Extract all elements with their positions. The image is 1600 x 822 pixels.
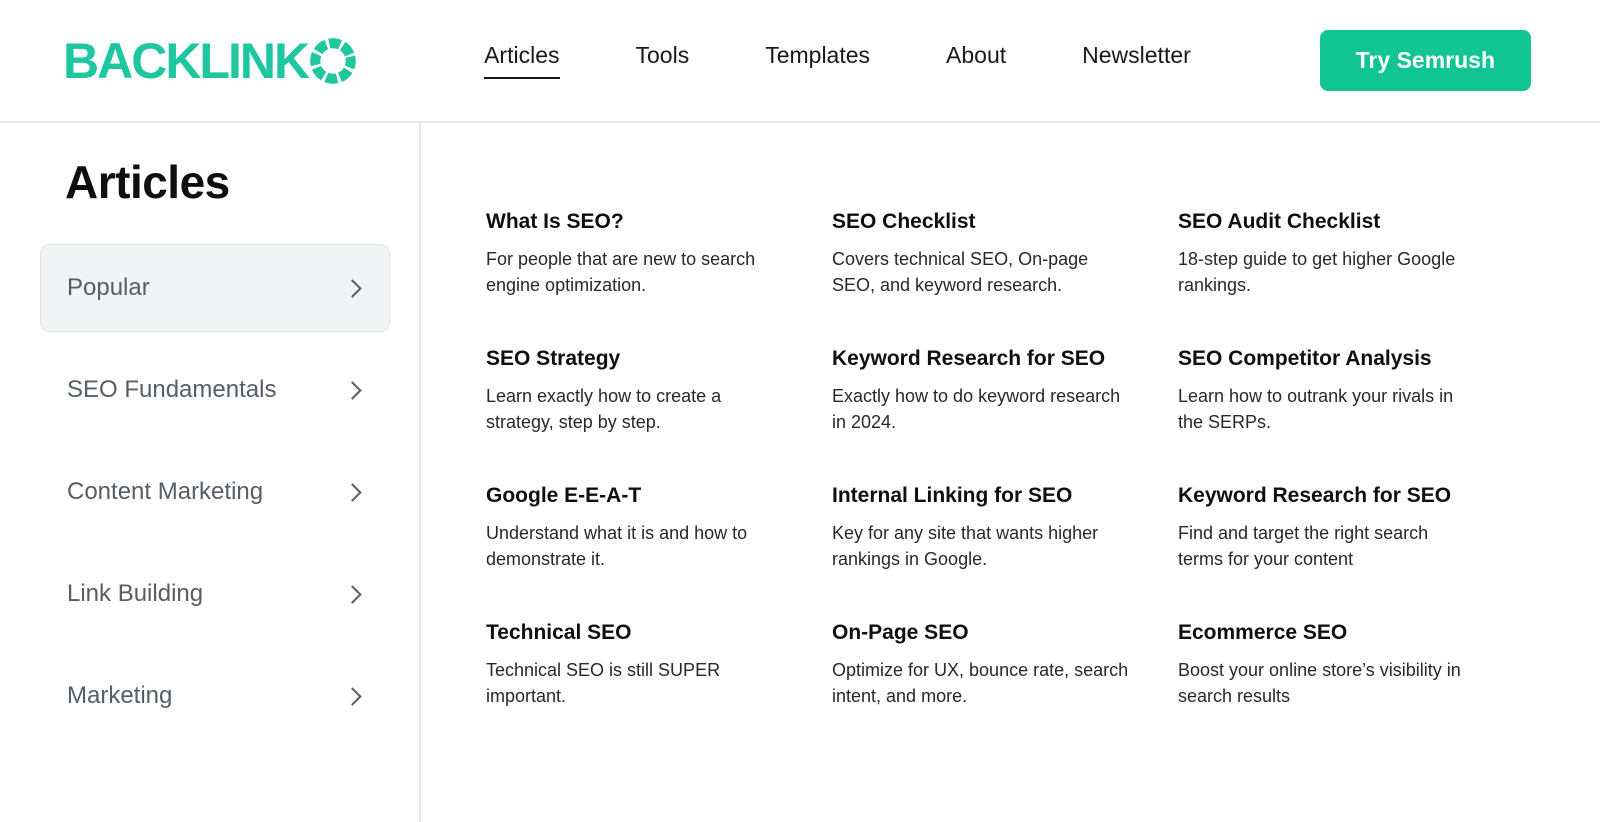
article-card[interactable]: SEO Competitor Analysis Learn how to out… <box>1178 347 1478 435</box>
category-label: Content Marketing <box>67 478 263 506</box>
article-grid: What Is SEO? For people that are new to … <box>486 210 1478 709</box>
article-description: 18-step guide to get higher Google ranki… <box>1178 247 1476 298</box>
nav-item-articles[interactable]: Articles <box>484 42 559 79</box>
chevron-right-icon <box>343 279 361 297</box>
article-card[interactable]: Keyword Research for SEO Exactly how to … <box>832 347 1132 435</box>
article-card[interactable]: SEO Audit Checklist 18-step guide to get… <box>1178 210 1478 298</box>
category-label: SEO Fundamentals <box>67 376 276 404</box>
main-nav: Articles Tools Templates About Newslette… <box>484 42 1191 79</box>
article-card[interactable]: On-Page SEO Optimize for UX, bounce rate… <box>832 621 1132 709</box>
chevron-right-icon <box>343 687 361 705</box>
article-card[interactable]: SEO Strategy Learn exactly how to create… <box>486 347 786 435</box>
chevron-right-icon <box>343 585 361 603</box>
article-description: Learn how to outrank your rivals in the … <box>1178 384 1476 435</box>
article-description: Technical SEO is still SUPER important. <box>486 658 784 709</box>
article-title: SEO Checklist <box>832 210 1132 234</box>
article-card[interactable]: Google E-E-A-T Understand what it is and… <box>486 484 786 572</box>
nav-item-templates[interactable]: Templates <box>765 42 870 79</box>
article-card[interactable]: What Is SEO? For people that are new to … <box>486 210 786 298</box>
backlinko-logo[interactable]: BACKLINK <box>63 36 356 86</box>
article-description: Learn exactly how to create a strategy, … <box>486 384 784 435</box>
article-title: Internal Linking for SEO <box>832 484 1132 508</box>
article-description: Find and target the right search terms f… <box>1178 521 1476 572</box>
megamenu-content: What Is SEO? For people that are new to … <box>421 123 1478 822</box>
article-description: Boost your online store’s visibility in … <box>1178 658 1476 709</box>
category-item-marketing[interactable]: Marketing <box>40 652 390 740</box>
article-card[interactable]: Internal Linking for SEO Key for any sit… <box>832 484 1132 572</box>
category-list: Popular SEO Fundamentals Content Marketi… <box>0 244 419 740</box>
segmented-o-icon <box>310 38 356 84</box>
logo-wordmark: BACKLINK <box>63 36 308 86</box>
nav-item-newsletter[interactable]: Newsletter <box>1082 42 1191 79</box>
articles-megamenu: Articles Popular SEO Fundamentals Conten… <box>0 123 1600 822</box>
article-title: On-Page SEO <box>832 621 1132 645</box>
article-description: Covers technical SEO, On-page SEO, and k… <box>832 247 1130 298</box>
article-card[interactable]: Technical SEO Technical SEO is still SUP… <box>486 621 786 709</box>
article-title: Technical SEO <box>486 621 786 645</box>
site-header: BACKLINK Articles Tools Templates About … <box>0 0 1600 123</box>
article-title: Ecommerce SEO <box>1178 621 1478 645</box>
megamenu-sidebar: Articles Popular SEO Fundamentals Conten… <box>0 123 421 822</box>
article-title: What Is SEO? <box>486 210 786 234</box>
article-card[interactable]: Ecommerce SEO Boost your online store’s … <box>1178 621 1478 709</box>
category-item-link-building[interactable]: Link Building <box>40 550 390 638</box>
article-description: Optimize for UX, bounce rate, search int… <box>832 658 1130 709</box>
article-title: Google E-E-A-T <box>486 484 786 508</box>
category-item-seo-fundamentals[interactable]: SEO Fundamentals <box>40 346 390 434</box>
category-label: Link Building <box>67 580 203 608</box>
article-card[interactable]: SEO Checklist Covers technical SEO, On-p… <box>832 210 1132 298</box>
article-title: SEO Competitor Analysis <box>1178 347 1478 371</box>
article-card[interactable]: Keyword Research for SEO Find and target… <box>1178 484 1478 572</box>
try-semrush-button[interactable]: Try Semrush <box>1320 30 1531 91</box>
category-label: Popular <box>67 274 150 302</box>
nav-item-about[interactable]: About <box>946 42 1006 79</box>
article-title: Keyword Research for SEO <box>832 347 1132 371</box>
category-label: Marketing <box>67 682 172 710</box>
category-item-content-marketing[interactable]: Content Marketing <box>40 448 390 536</box>
category-item-popular[interactable]: Popular <box>40 244 390 332</box>
article-title: Keyword Research for SEO <box>1178 484 1478 508</box>
nav-item-tools[interactable]: Tools <box>636 42 690 79</box>
megamenu-heading: Articles <box>65 155 419 209</box>
article-description: Exactly how to do keyword research in 20… <box>832 384 1130 435</box>
article-description: Key for any site that wants higher ranki… <box>832 521 1130 572</box>
article-title: SEO Strategy <box>486 347 786 371</box>
article-description: Understand what it is and how to demonst… <box>486 521 784 572</box>
article-title: SEO Audit Checklist <box>1178 210 1478 234</box>
article-description: For people that are new to search engine… <box>486 247 784 298</box>
chevron-right-icon <box>343 483 361 501</box>
chevron-right-icon <box>343 381 361 399</box>
